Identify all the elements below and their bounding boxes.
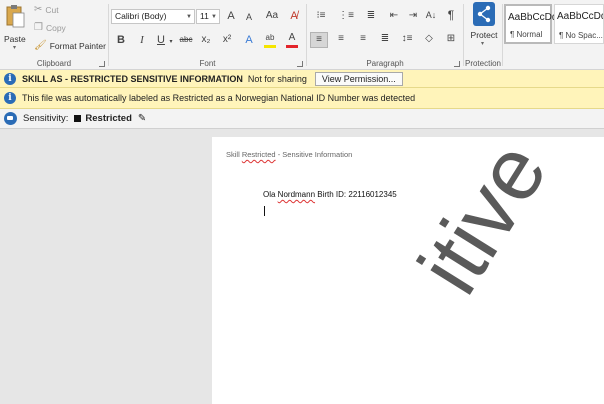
copy-label: Copy xyxy=(45,22,66,33)
view-permission-button[interactable]: View Permission... xyxy=(314,71,403,86)
superscript-button[interactable]: x² xyxy=(221,33,233,47)
page-header: Skill Restricted - Sensitive Information xyxy=(226,150,352,159)
font-size-value: 11 xyxy=(200,11,209,21)
auto-label-text: This file was automatically labeled as R… xyxy=(22,93,416,103)
highlight-button[interactable]: ab xyxy=(263,31,277,48)
text-cursor xyxy=(264,206,265,216)
style-normal[interactable]: AaBbCcDd ¶ Normal xyxy=(504,4,557,44)
cut-button[interactable]: ✂ Cut xyxy=(34,4,59,15)
font-name-select[interactable]: Calibri (Body) ▼ xyxy=(111,9,195,24)
sensitivity-bar: Sensitivity: Restricted ✎ xyxy=(0,109,604,129)
ribbon: Paste ▾ ✂ Cut ❐ Copy 🖌 Format Painter Cl… xyxy=(0,0,604,70)
format-painter-label: Format Painter xyxy=(49,40,106,51)
protect-label: Protect xyxy=(470,30,498,40)
chevron-down-icon: ▼ xyxy=(186,14,192,20)
header-flagged-word: Restricted xyxy=(241,150,276,159)
info-icon: i xyxy=(4,92,16,104)
font-name-value: Calibri (Body) xyxy=(115,11,167,21)
restricted-bold-text: SKILL AS - RESTRICTED SENSITIVE INFORMAT… xyxy=(22,73,243,84)
restricted-text: Not for sharing xyxy=(247,73,307,84)
style-normal-name: ¶ Normal xyxy=(510,30,543,39)
info-icon: i xyxy=(4,72,16,85)
paste-icon xyxy=(6,5,25,28)
restricted-info-bar: i SKILL AS - RESTRICTED SENSITIVE INFORM… xyxy=(0,70,604,88)
protect-button[interactable]: Protect ▾ xyxy=(468,2,500,52)
paste-button[interactable]: Paste ▾ xyxy=(4,4,26,51)
strikethrough-button[interactable]: abc xyxy=(177,33,195,47)
document-page[interactable]: Skill Restricted - Sensitive Information… xyxy=(212,137,604,404)
paragraph-group: ⁝≡ ⋮≡ ≣ ⇤ ⇥ A↓ ¶ ≡ ≡ ≡ ≣ ↕≡ ◇ ⊞ Paragrap… xyxy=(307,0,463,70)
borders-icon[interactable]: ⊞ xyxy=(442,32,460,46)
format-painter-button[interactable]: 🖌 Format Painter xyxy=(34,40,106,51)
clear-formatting-icon[interactable]: A̸ xyxy=(287,9,301,23)
change-case-button[interactable]: Aa xyxy=(264,9,280,23)
highlight-label: ab xyxy=(265,33,275,42)
style-no-spacing-name: ¶ No Spac... xyxy=(559,31,603,40)
font-group: Calibri (Body) ▼ 11 ▼ A A Aa A̸ B I U ▾ … xyxy=(109,0,306,70)
header-suffix: - Sensitive Information xyxy=(275,150,353,159)
align-center-icon[interactable]: ≡ xyxy=(332,32,350,46)
underline-dropdown-icon[interactable]: ▾ xyxy=(168,35,174,49)
font-launcher-icon[interactable] xyxy=(297,61,303,67)
cut-label: Cut xyxy=(45,4,59,15)
italic-button[interactable]: I xyxy=(136,33,148,47)
sensitivity-value[interactable]: Restricted xyxy=(85,113,131,124)
underline-button[interactable]: U xyxy=(155,33,167,47)
clipboard-launcher-icon[interactable] xyxy=(99,61,105,67)
copy-button[interactable]: ❐ Copy xyxy=(34,22,66,33)
protect-dropdown-icon: ▾ xyxy=(481,41,485,47)
font-group-label: Font xyxy=(199,59,216,68)
clipboard-group: Paste ▾ ✂ Cut ❐ Copy 🖌 Format Painter Cl… xyxy=(0,0,108,70)
share-shield-icon xyxy=(473,2,495,26)
bold-button[interactable]: B xyxy=(115,33,127,47)
grow-font-button[interactable]: A xyxy=(225,9,237,23)
chevron-down-icon: ▼ xyxy=(211,14,217,20)
paste-dropdown-icon: ▾ xyxy=(13,45,17,51)
pencil-icon[interactable]: ✎ xyxy=(138,113,146,124)
sort-icon[interactable]: A↓ xyxy=(424,8,438,22)
style-no-spacing-sample: AaBbCcDd xyxy=(557,11,604,22)
font-color-bar xyxy=(286,45,298,48)
paste-label: Paste xyxy=(4,34,26,44)
font-size-select[interactable]: 11 ▼ xyxy=(196,9,220,24)
shrink-font-button[interactable]: A xyxy=(243,10,255,24)
bullets-icon[interactable]: ⁝≡ xyxy=(311,9,331,23)
pilcrow-icon[interactable]: ¶ xyxy=(445,8,457,22)
align-right-icon[interactable]: ≡ xyxy=(354,32,372,46)
protection-group: Protect ▾ Protection xyxy=(464,0,502,70)
shading-icon[interactable]: ◇ xyxy=(420,32,438,46)
body-prefix: Ola xyxy=(263,190,278,199)
header-prefix: Skill xyxy=(226,150,242,159)
group-divider xyxy=(502,4,503,66)
body-flagged-word: Nordmann xyxy=(277,190,316,199)
justify-icon[interactable]: ≣ xyxy=(376,32,394,46)
sensitivity-label: Sensitivity: xyxy=(23,113,69,124)
numbering-icon[interactable]: ⋮≡ xyxy=(336,9,356,23)
body-paragraph: Ola Nordmann Birth ID: 22116012345 xyxy=(263,190,397,199)
font-color-button[interactable]: A xyxy=(285,31,299,48)
style-normal-sample: AaBbCcDd xyxy=(508,12,558,23)
paragraph-launcher-icon[interactable] xyxy=(454,61,460,67)
font-color-label: A xyxy=(288,32,296,43)
clipboard-group-label: Clipboard xyxy=(36,59,72,68)
style-no-spacing[interactable]: AaBbCcDd ¶ No Spac... xyxy=(554,4,604,44)
text-effects-button[interactable]: A xyxy=(243,33,255,47)
sensitivity-label-icon xyxy=(4,112,17,125)
line-spacing-icon[interactable]: ↕≡ xyxy=(398,32,416,46)
sensitivity-color-swatch xyxy=(74,115,82,122)
body-suffix: Birth ID: 22116012345 xyxy=(315,190,397,199)
align-left-icon[interactable]: ≡ xyxy=(310,32,328,48)
paragraph-group-label: Paragraph xyxy=(366,59,404,68)
protection-group-label: Protection xyxy=(464,59,502,68)
scissors-icon: ✂ xyxy=(34,4,43,15)
sensitivity-watermark: itive xyxy=(398,137,566,310)
highlight-color-bar xyxy=(264,45,276,48)
paintbrush-icon: 🖌 xyxy=(34,40,47,51)
subscript-button[interactable]: x₂ xyxy=(200,33,212,47)
copy-icon: ❐ xyxy=(34,22,43,33)
multilevel-list-icon[interactable]: ≣ xyxy=(361,9,381,23)
decrease-indent-icon[interactable]: ⇤ xyxy=(386,9,402,23)
increase-indent-icon[interactable]: ⇥ xyxy=(405,9,421,23)
auto-label-info-bar: i This file was automatically labeled as… xyxy=(0,88,604,109)
